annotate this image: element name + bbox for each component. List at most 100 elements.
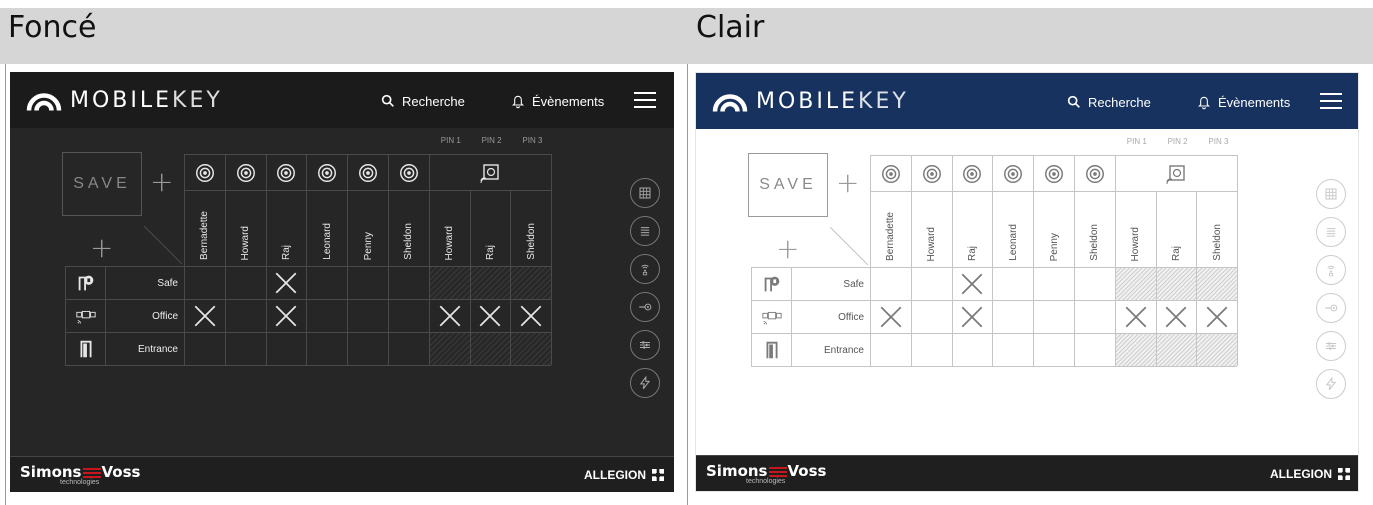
pin-keypad-cell[interactable] [428,154,552,190]
person-header[interactable]: Raj [265,190,307,266]
transponder-cell[interactable] [1074,155,1115,191]
door-icon-cell[interactable] [751,300,791,333]
door-icon-cell[interactable] [65,299,105,332]
person-header[interactable]: Sheldon [510,190,552,266]
matrix-cell[interactable] [184,266,225,299]
matrix-cell[interactable] [265,266,307,299]
transponder-cell[interactable] [224,154,266,190]
matrix-cell[interactable] [306,332,348,365]
events-button[interactable]: Évènements [1196,93,1290,111]
list-button[interactable] [630,216,660,246]
matrix-cell[interactable] [910,300,952,333]
events-button[interactable]: Évènements [510,92,604,110]
save-button[interactable]: SAVE [748,153,828,217]
person-header[interactable]: Penny [347,190,388,266]
transponder-cell[interactable] [265,154,307,190]
lightning-button[interactable] [630,368,660,398]
sliders-button[interactable] [630,330,660,360]
transponder-cell[interactable] [184,154,225,190]
matrix-cell[interactable] [388,266,429,299]
door-icon-cell[interactable] [751,333,791,366]
matrix-cell[interactable] [951,300,993,333]
brand-logo[interactable]: MOBILEKEY [712,87,909,115]
matrix-cell[interactable] [306,299,348,332]
matrix-cell[interactable] [469,299,511,332]
matrix-cell[interactable] [1074,333,1115,366]
door-name-cell[interactable]: Office [105,299,184,332]
key-at-button[interactable] [630,292,660,322]
door-name-cell[interactable]: Safe [105,266,184,299]
matrix-cell[interactable] [184,332,225,365]
matrix-cell[interactable] [1033,333,1074,366]
person-header[interactable]: Sheldon [388,190,429,266]
person-header[interactable]: Sheldon [1074,191,1115,267]
wireless-button[interactable] [630,254,660,284]
brand-logo[interactable]: MOBILEKEY [26,86,223,114]
transponder-cell[interactable] [306,154,348,190]
matrix-cell[interactable] [951,267,993,300]
matrix-cell[interactable] [1074,300,1115,333]
door-name-cell[interactable]: Entrance [791,333,870,366]
door-name-cell[interactable]: Entrance [105,332,184,365]
matrix-cell[interactable] [388,332,429,365]
matrix-cell[interactable] [1196,300,1238,333]
save-button[interactable]: SAVE [62,152,142,216]
matrix-cell[interactable] [870,267,911,300]
matrix-cell[interactable] [910,333,952,366]
person-header[interactable]: Sheldon [1196,191,1238,267]
person-header[interactable]: Howard [224,190,266,266]
person-header[interactable]: Howard [428,190,470,266]
matrix-cell[interactable] [428,299,470,332]
matrix-cell[interactable] [510,299,552,332]
transponder-cell[interactable] [388,154,429,190]
matrix-cell[interactable] [951,333,993,366]
add-person-button[interactable]: + [836,169,859,197]
transponder-cell[interactable] [910,155,952,191]
lightning-button[interactable] [1316,369,1346,399]
matrix-cell[interactable] [306,266,348,299]
transponder-cell[interactable] [951,155,993,191]
grid-button[interactable] [1316,179,1346,209]
matrix-cell[interactable] [224,332,266,365]
matrix-cell[interactable] [265,299,307,332]
matrix-cell[interactable] [347,332,388,365]
person-header[interactable]: Howard [910,191,952,267]
matrix-cell[interactable] [1033,267,1074,300]
matrix-cell[interactable] [347,299,388,332]
sliders-button[interactable] [1316,331,1346,361]
grid-button[interactable] [630,178,660,208]
person-header[interactable]: Bernadette [184,190,225,266]
door-icon-cell[interactable] [751,267,791,300]
list-button[interactable] [1316,217,1346,247]
matrix-cell[interactable] [1033,300,1074,333]
matrix-cell[interactable] [1074,267,1115,300]
person-header[interactable]: Raj [469,190,511,266]
matrix-cell[interactable] [224,266,266,299]
person-header[interactable]: Raj [1155,191,1197,267]
door-icon-cell[interactable] [65,332,105,365]
door-icon-cell[interactable] [65,266,105,299]
transponder-cell[interactable] [870,155,911,191]
person-header[interactable]: Leonard [306,190,348,266]
search-button[interactable]: Recherche [1066,93,1151,111]
person-header[interactable]: Raj [951,191,993,267]
person-header[interactable]: Howard [1114,191,1156,267]
matrix-cell[interactable] [224,299,266,332]
matrix-cell[interactable] [347,266,388,299]
matrix-cell[interactable] [870,300,911,333]
add-door-button[interactable]: + [90,234,113,262]
matrix-cell[interactable] [184,299,225,332]
matrix-cell[interactable] [870,333,911,366]
matrix-cell[interactable] [910,267,952,300]
search-button[interactable]: Recherche [380,92,465,110]
door-name-cell[interactable]: Office [791,300,870,333]
matrix-cell[interactable] [992,300,1034,333]
transponder-cell[interactable] [992,155,1034,191]
person-header[interactable]: Penny [1033,191,1074,267]
matrix-cell[interactable] [992,333,1034,366]
add-door-button[interactable]: + [776,235,799,263]
wireless-button[interactable] [1316,255,1346,285]
add-person-button[interactable]: + [150,168,173,196]
key-at-button[interactable] [1316,293,1346,323]
person-header[interactable]: Leonard [992,191,1034,267]
